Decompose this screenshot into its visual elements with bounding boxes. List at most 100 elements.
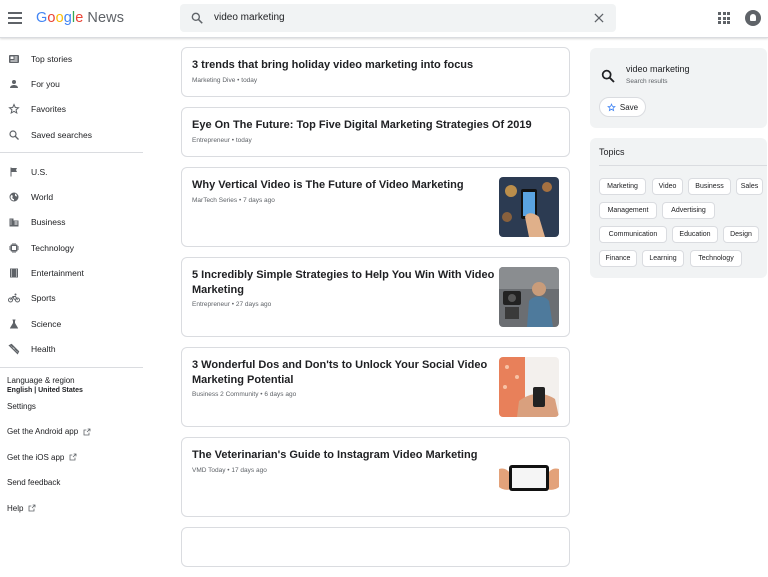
article-title-line: Marketing [192, 284, 244, 296]
close-icon[interactable] [592, 11, 606, 25]
sidebar-item-us[interactable]: U.S. [0, 159, 143, 184]
account-icon[interactable] [745, 10, 761, 26]
topic-chip-marketing[interactable]: Marketing [599, 178, 646, 195]
sidebar-item-entertainment[interactable]: Entertainment [0, 260, 143, 285]
article-meta: Entrepreneur • 27 days ago [192, 301, 271, 308]
article-source[interactable]: MarTech Series [192, 197, 237, 204]
right-panel: video marketing Search results Save Topi… [590, 48, 767, 278]
search-input[interactable]: video marketing [214, 12, 285, 23]
article-source[interactable]: Business 2 Community [192, 391, 258, 398]
article-card[interactable]: 3 Wonderful Dos and Don'ts to Unlock You… [181, 347, 570, 427]
search-icon[interactable] [190, 11, 204, 25]
ios-app-label: Get the iOS app [7, 452, 65, 462]
article-feed: 3 trends that bring holiday video market… [181, 47, 570, 577]
topic-chip-education[interactable]: Education [672, 226, 718, 243]
sidebar-item-science[interactable]: Science [0, 311, 143, 336]
sidebar: Top stories For you Favorites Saved sear… [0, 46, 143, 521]
sidebar-item-label: For you [31, 78, 60, 89]
sidebar-item-label: Entertainment [31, 268, 84, 279]
business-icon [9, 218, 19, 227]
sidebar-item-label: U.S. [31, 166, 48, 177]
chip-icon [9, 242, 19, 253]
top-bar: Google News video marketing [0, 0, 768, 38]
external-link-icon [83, 428, 91, 436]
search-query-title: video marketing [626, 64, 690, 74]
health-icon [8, 343, 20, 355]
article-card[interactable] [181, 527, 570, 567]
sidebar-divider [0, 366, 143, 368]
article-card[interactable]: 3 trends that bring holiday video market… [181, 47, 570, 97]
article-card[interactable]: Why Vertical Video is The Future of Vide… [181, 167, 570, 247]
meta-separator: • [231, 137, 235, 144]
article-thumbnail[interactable] [499, 357, 559, 417]
external-link-icon [29, 504, 36, 512]
article-card[interactable]: 5 Incredibly Simple Strategies to Help Y… [181, 257, 570, 337]
meta-separator: • [227, 467, 230, 474]
person-icon [10, 79, 18, 88]
flag-icon [10, 167, 17, 177]
article-time: 17 days ago [231, 467, 267, 474]
article-time: 6 days ago [264, 391, 297, 398]
topic-chip-communication[interactable]: Communication [599, 226, 667, 243]
topic-chip-learning[interactable]: Learning [642, 250, 684, 267]
article-source[interactable]: Marketing Dive [192, 77, 235, 84]
sidebar-item-technology[interactable]: Technology [0, 235, 143, 260]
ios-app-link[interactable]: Get the iOS app [0, 445, 143, 471]
sidebar-item-label: Science [31, 318, 62, 329]
help-label: Help [7, 503, 24, 513]
topic-chip-design[interactable]: Design [723, 226, 759, 243]
topic-chip-management[interactable]: Management [599, 202, 657, 219]
topic-chip-advertising[interactable]: Advertising [662, 202, 715, 219]
save-search-button[interactable]: Save [599, 97, 646, 117]
sidebar-item-label: Favorites [31, 104, 66, 115]
topic-chip-video[interactable]: Video [652, 178, 683, 195]
star-icon [8, 103, 20, 115]
article-title[interactable]: Eye On The Future: Top Five Digital Mark… [192, 118, 532, 133]
article-title[interactable]: Why Vertical Video is The Future of Vide… [192, 178, 464, 193]
sidebar-item-for-you[interactable]: For you [0, 71, 143, 96]
settings-link[interactable]: Settings [0, 394, 143, 420]
search-box[interactable]: video marketing [180, 4, 616, 32]
article-card[interactable]: Eye On The Future: Top Five Digital Mark… [181, 107, 570, 157]
menu-icon[interactable] [8, 12, 22, 24]
sidebar-item-saved-searches[interactable]: Saved searches [0, 122, 143, 147]
topic-chip-business[interactable]: Business [688, 178, 731, 195]
topic-chip-sales[interactable]: Sales [736, 178, 763, 195]
google-news-logo[interactable]: Google News [36, 10, 124, 26]
help-link[interactable]: Help [0, 496, 143, 522]
android-app-link[interactable]: Get the Android app [0, 419, 143, 445]
sidebar-item-favorites[interactable]: Favorites [0, 97, 143, 122]
sidebar-item-top-stories[interactable]: Top stories [0, 46, 143, 71]
article-time: today [235, 137, 252, 144]
star-icon [606, 102, 616, 111]
language-region-label: Language & region [7, 375, 75, 385]
article-source[interactable]: Entrepreneur [192, 137, 230, 144]
sidebar-item-label: Sports [31, 293, 56, 304]
send-feedback-link[interactable]: Send feedback [0, 470, 143, 496]
sidebar-item-business[interactable]: Business [0, 210, 143, 235]
article-title[interactable]: The Veterinarian's Guide to Instagram Vi… [192, 448, 477, 463]
logo-news-text: News [87, 10, 125, 26]
apps-grid-icon[interactable] [718, 12, 730, 24]
topic-chip-finance[interactable]: Finance [599, 250, 637, 267]
meta-separator: • [238, 197, 242, 204]
sidebar-item-label: World [31, 192, 54, 203]
article-thumbnail[interactable] [499, 267, 559, 327]
article-meta: Entrepreneur • today [192, 137, 252, 144]
sidebar-item-health[interactable]: Health [0, 336, 143, 361]
article-title[interactable]: 5 Incredibly Simple Strategies to Help Y… [192, 268, 494, 298]
article-thumbnail[interactable] [499, 447, 559, 507]
article-source[interactable]: VMD Today [192, 467, 225, 474]
article-title[interactable]: 3 trends that bring holiday video market… [192, 58, 473, 73]
sidebar-item-label: Saved searches [31, 129, 92, 140]
topic-chip-technology[interactable]: Technology [690, 250, 742, 267]
sidebar-item-sports[interactable]: Sports [0, 286, 143, 311]
film-icon [10, 268, 18, 278]
sidebar-item-world[interactable]: World [0, 184, 143, 209]
language-region[interactable]: Language & region English | United State… [0, 376, 143, 394]
article-thumbnail[interactable] [499, 177, 559, 237]
article-source[interactable]: Entrepreneur [192, 301, 230, 308]
article-title[interactable]: 3 Wonderful Dos and Don'ts to Unlock You… [192, 358, 487, 388]
article-meta: Marketing Dive • today [192, 77, 257, 84]
article-card[interactable]: The Veterinarian's Guide to Instagram Vi… [181, 437, 570, 517]
